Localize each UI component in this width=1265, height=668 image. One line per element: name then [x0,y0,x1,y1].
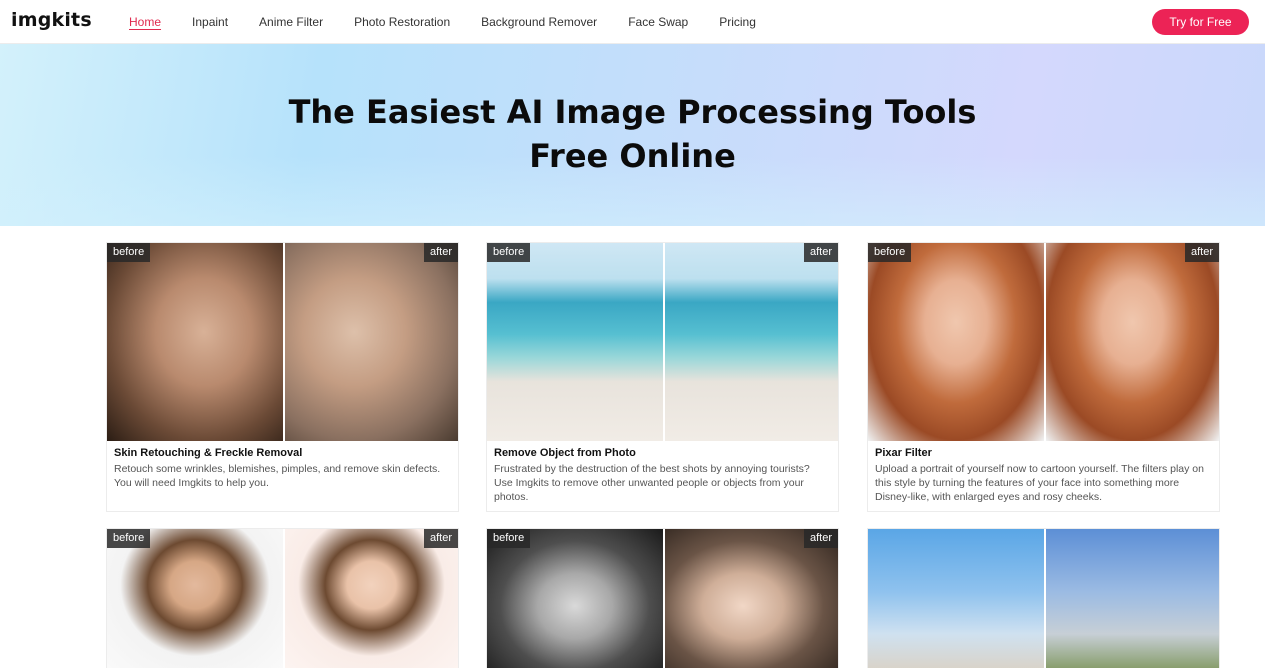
after-tag: after [423,243,458,262]
tool-card-pixar-filter[interactable]: before after Pixar Filter Upload a portr… [867,242,1220,512]
tool-card-skin-retouching[interactable]: before after Skin Retouching & Freckle R… [106,242,459,512]
logo[interactable]: imgkits [11,9,92,31]
before-tag: before [487,243,531,262]
card-description: Upload a portrait of yourself now to car… [875,463,1204,503]
nav-item-home[interactable]: Home [129,15,161,29]
before-image [107,529,283,668]
before-image [868,243,1044,441]
before-image [107,243,283,441]
before-tag: before [868,243,912,262]
before-image [487,529,663,668]
before-after-image: before after [107,243,458,441]
before-image [868,529,1044,668]
before-tag: before [487,529,531,548]
card-title: Pixar Filter [875,447,932,459]
tool-card-photo-restoration[interactable]: before after [486,528,839,668]
tool-card-anime-filter[interactable]: before after [106,528,459,668]
hero-title-line1: The Easiest AI Image Processing Tools [288,93,977,131]
hero-banner: The Easiest AI Image Processing Tools Fr… [0,44,1265,226]
after-tag: after [803,529,838,548]
after-image [282,529,458,668]
nav-item-pricing[interactable]: Pricing [719,15,756,29]
hero-title: The Easiest AI Image Processing Tools Fr… [0,90,1265,178]
card-title: Skin Retouching & Freckle Removal [114,447,303,459]
after-image [662,529,838,668]
after-tag: after [803,243,838,262]
nav-item-anime-filter[interactable]: Anime Filter [259,15,323,29]
before-image [487,243,663,441]
after-tag: after [423,529,458,548]
after-image [662,243,838,441]
main-menu: Home Inpaint Anime Filter Photo Restorat… [129,0,787,44]
after-image [1043,529,1219,668]
card-description: Retouch some wrinkles, blemishes, pimple… [114,463,441,489]
after-tag: after [1184,243,1219,262]
before-after-image: before after [107,529,458,668]
try-for-free-button[interactable]: Try for Free [1152,9,1249,35]
nav-item-photo-restoration[interactable]: Photo Restoration [354,15,450,29]
before-after-image: before after [487,243,838,441]
top-navbar: imgkits Home Inpaint Anime Filter Photo … [0,0,1265,44]
nav-item-background-remover[interactable]: Background Remover [481,15,597,29]
hero-title-line2: Free Online [529,137,736,175]
after-image [1043,243,1219,441]
before-after-image: before after [487,529,838,668]
before-tag: before [107,243,151,262]
before-after-image [868,529,1219,668]
nav-item-face-swap[interactable]: Face Swap [628,15,688,29]
tool-card-background-swap[interactable] [867,528,1220,668]
after-image [282,243,458,441]
before-after-image: before after [868,243,1219,441]
card-title: Remove Object from Photo [494,447,636,459]
nav-item-inpaint[interactable]: Inpaint [192,15,228,29]
tool-card-remove-object[interactable]: before after Remove Object from Photo Fr… [486,242,839,512]
card-description: Frustrated by the destruction of the bes… [494,463,810,503]
before-tag: before [107,529,151,548]
